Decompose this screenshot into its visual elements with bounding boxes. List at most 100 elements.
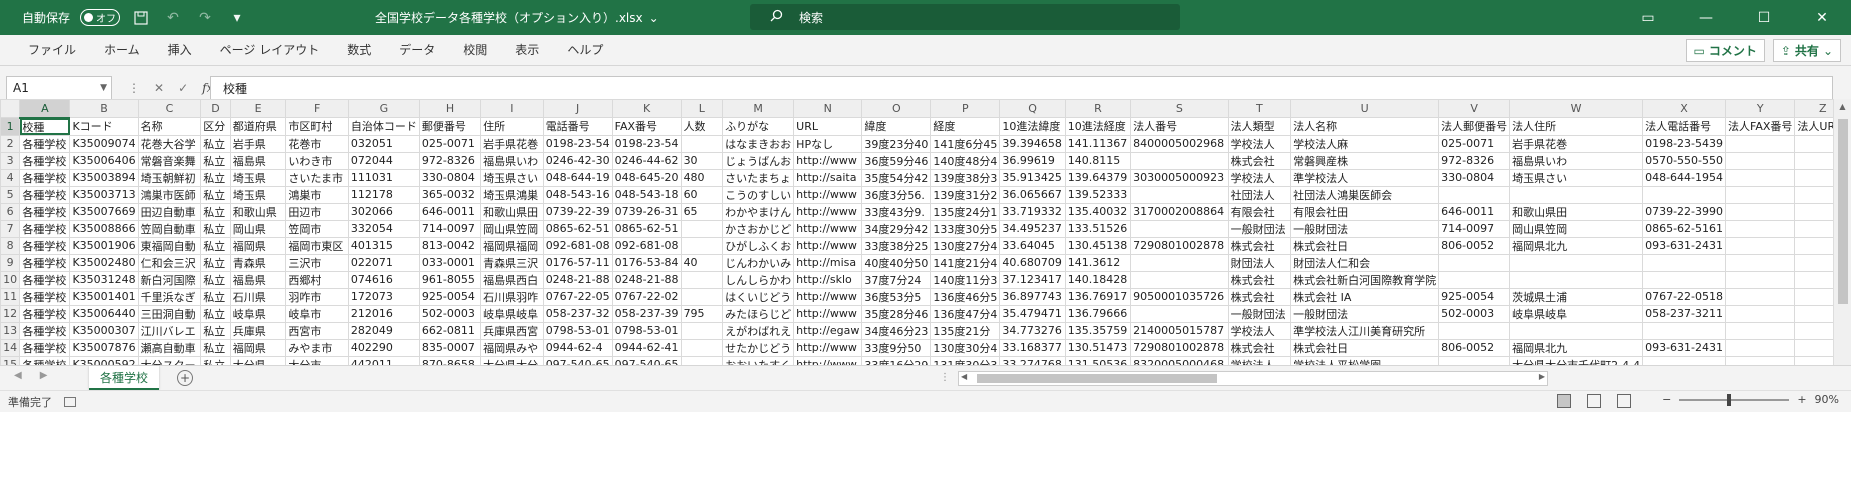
next-sheet-icon[interactable]: ▶ [40, 370, 48, 381]
cell[interactable]: 058-237-32 [542, 304, 613, 323]
tab-data[interactable]: データ [385, 35, 449, 66]
cell[interactable]: FAX番号 [611, 117, 682, 136]
cell[interactable]: 925-0054 [418, 287, 482, 306]
cell[interactable]: 笠岡市 [285, 219, 349, 238]
cell[interactable]: 法人番号 [1130, 117, 1229, 136]
cell[interactable]: 財団法人仁和会 [1290, 253, 1440, 272]
add-sheet-icon[interactable]: + [177, 370, 193, 386]
tab-view[interactable]: 表示 [501, 35, 553, 66]
cell[interactable]: 835-0007 [418, 338, 482, 357]
cell[interactable]: 0176-53-84 [611, 253, 682, 272]
cell[interactable]: 033-0001 [418, 253, 482, 272]
cell[interactable]: 和歌山県 [229, 202, 287, 221]
column-header[interactable]: D [200, 99, 231, 118]
cell[interactable] [1725, 202, 1796, 221]
cell[interactable]: 33.719332 [999, 202, 1066, 221]
cell[interactable]: 0865-62-51 [611, 219, 682, 238]
cell[interactable]: 330-0804 [1438, 168, 1511, 187]
cell[interactable]: 092-681-08 [611, 236, 682, 255]
cell[interactable]: http://www [793, 287, 863, 306]
cell[interactable]: 私立 [200, 304, 231, 323]
cell[interactable]: K35008866 [69, 219, 139, 238]
cell[interactable] [680, 134, 724, 153]
cell[interactable]: 福島県 [229, 151, 287, 170]
column-header[interactable]: L [680, 99, 724, 118]
cell[interactable]: 646-0011 [1438, 202, 1511, 221]
cell[interactable]: 私立 [200, 185, 231, 204]
cell[interactable]: 502-0003 [1438, 304, 1511, 323]
cell[interactable]: 私立 [200, 202, 231, 221]
tab-split-handle-icon[interactable]: ⋮ [940, 372, 950, 383]
cell[interactable]: 048-543-16 [542, 185, 613, 204]
cell[interactable]: さいたまちょ [722, 168, 795, 187]
cell[interactable]: 石川県 [229, 287, 287, 306]
cell[interactable]: 兵庫県西宮 [480, 321, 544, 340]
cell[interactable]: 074616 [347, 270, 420, 289]
column-header[interactable]: G [347, 99, 420, 118]
cell[interactable]: 36度53分5 [861, 287, 932, 306]
cell[interactable]: みやま市 [285, 338, 349, 357]
cell[interactable]: こうのすしい [722, 185, 795, 204]
cell[interactable]: 常磐音楽舞 [137, 151, 202, 170]
cell[interactable]: 401315 [347, 236, 420, 255]
cell[interactable]: 972-8326 [1438, 151, 1511, 170]
cell[interactable]: 青森県 [229, 253, 287, 272]
cell[interactable]: 795 [680, 304, 724, 323]
cell[interactable] [1509, 253, 1644, 272]
cell[interactable]: 130度30分4 [930, 338, 1001, 357]
cell[interactable]: 福岡県北九 [1509, 236, 1644, 255]
cell[interactable]: http://www [793, 151, 863, 170]
cell[interactable]: 058-237-39 [611, 304, 682, 323]
cell[interactable]: 0767-22-02 [611, 287, 682, 306]
cell[interactable] [680, 219, 724, 238]
zoom-slider[interactable] [1679, 393, 1790, 406]
cell[interactable]: 0246-44-62 [611, 151, 682, 170]
search-box[interactable]: 検索 [750, 4, 1180, 30]
cell[interactable]: 33度9分50 [861, 338, 932, 357]
cell[interactable]: 新白河国際 [137, 270, 202, 289]
row-header[interactable]: 10 [0, 270, 21, 289]
cell[interactable]: じんわかいみ [722, 253, 795, 272]
cell[interactable]: K35007669 [69, 202, 139, 221]
cell[interactable]: えがわばれえ [722, 321, 795, 340]
cell[interactable]: 岩手県 [229, 134, 287, 153]
cell[interactable]: 139.52333 [1064, 185, 1132, 204]
cell[interactable]: 電話番号 [542, 117, 613, 136]
cell[interactable]: 株式会社 [1227, 236, 1292, 255]
tab-insert[interactable]: 挿入 [154, 35, 206, 66]
cell[interactable]: 社団法人鴻巣医師会 [1290, 185, 1440, 204]
cell[interactable]: 139.64379 [1064, 168, 1132, 187]
column-header[interactable]: H [418, 99, 482, 118]
cell[interactable]: 646-0011 [418, 202, 482, 221]
column-header[interactable]: V [1438, 99, 1511, 118]
cell[interactable]: 0198-23-5439 [1642, 134, 1727, 153]
column-header[interactable]: R [1064, 99, 1132, 118]
cell[interactable]: 925-0054 [1438, 287, 1511, 306]
cell[interactable]: http://www [793, 219, 863, 238]
cell[interactable]: 各種学校 [19, 219, 71, 238]
cell[interactable] [1725, 321, 1796, 340]
cell[interactable]: 048-645-20 [611, 168, 682, 187]
cell[interactable]: 株式会社 [1227, 151, 1292, 170]
cell[interactable]: URL [793, 117, 863, 136]
undo-icon[interactable]: ↶ [162, 7, 184, 29]
cell[interactable]: 鴻巣市医師 [137, 185, 202, 204]
zoom-slider-knob[interactable] [1727, 393, 1732, 406]
cell[interactable]: 34.495237 [999, 219, 1066, 238]
cell[interactable]: 法人郵便番号 [1438, 117, 1511, 136]
cell[interactable]: 校種 [19, 117, 71, 136]
cell[interactable]: 133度30分5 [930, 219, 1001, 238]
cell[interactable]: 私立 [200, 338, 231, 357]
cell[interactable]: 一般財団法 [1290, 304, 1440, 323]
cell[interactable]: 10進法経度 [1064, 117, 1132, 136]
cell[interactable]: 480 [680, 168, 724, 187]
cell[interactable]: いわき市 [285, 151, 349, 170]
close-button[interactable]: ✕ [1793, 0, 1851, 35]
cell[interactable]: 7290801002878 [1130, 338, 1229, 357]
zoom-level[interactable]: 90% [1815, 393, 1839, 406]
cell[interactable]: 準学校法人 [1290, 168, 1440, 187]
cell[interactable]: 財団法人 [1227, 253, 1292, 272]
cell[interactable]: http://saita [793, 168, 863, 187]
cell[interactable]: 和歌山県田 [1509, 202, 1644, 221]
cell[interactable] [1130, 270, 1229, 289]
